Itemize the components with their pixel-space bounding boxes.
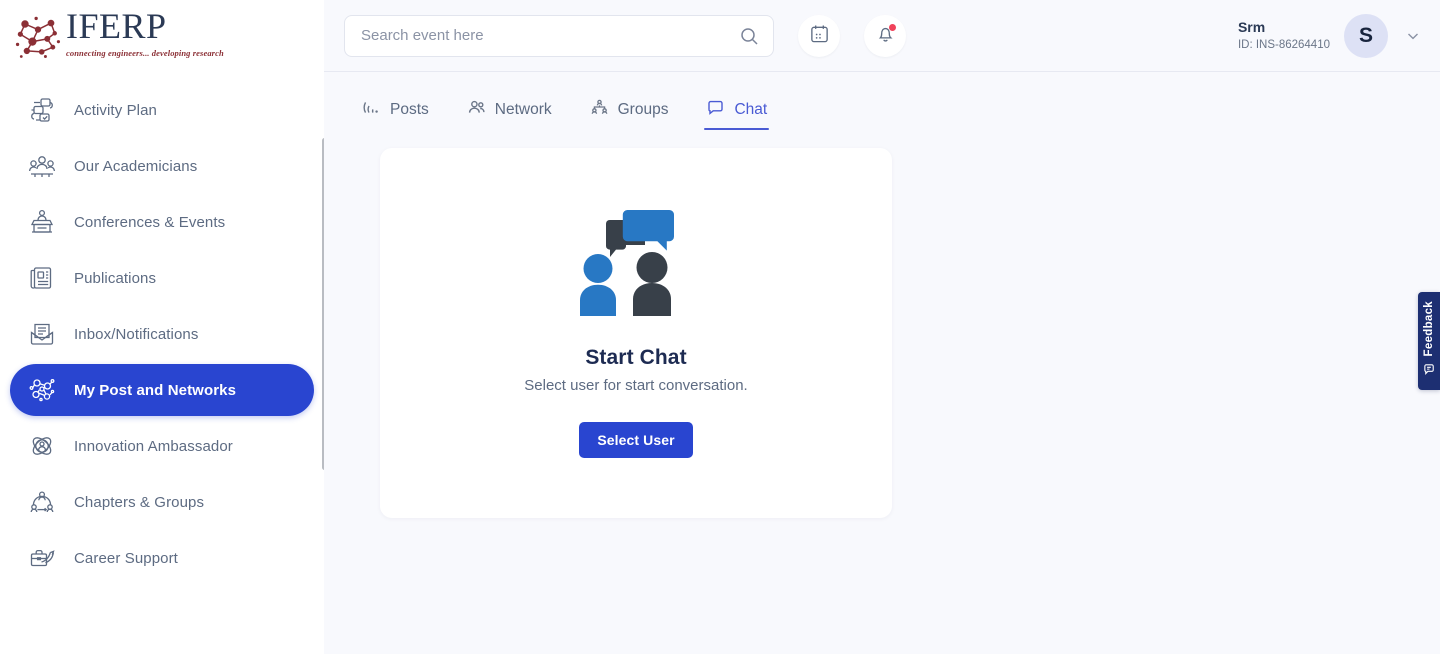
sidebar-item-label: Our Academicians <box>74 158 197 175</box>
notification-badge <box>889 24 896 31</box>
activity-plan-icon <box>24 92 60 128</box>
start-chat-card: Start Chat Select user for start convers… <box>380 148 892 518</box>
tab-network[interactable]: Network <box>467 88 552 132</box>
content-area: Posts Network <box>324 72 1440 654</box>
people-icon <box>467 98 486 122</box>
two-people-chat-illustration <box>556 188 716 328</box>
tab-label: Groups <box>618 101 669 119</box>
avatar[interactable]: S <box>1344 14 1388 58</box>
tab-posts[interactable]: Posts <box>362 88 429 132</box>
feedback-tab[interactable]: Feedback <box>1418 292 1440 390</box>
app-root: IFERP® connecting engineers... developin… <box>0 0 1440 654</box>
active-tab-underline <box>704 128 769 130</box>
search-container[interactable] <box>344 15 774 57</box>
career-support-icon <box>24 540 60 576</box>
sidebar-item-innovation-ambassador[interactable]: Innovation Ambassador <box>10 420 314 472</box>
tab-label: Chat <box>734 101 767 119</box>
calendar-icon <box>809 23 830 49</box>
tab-chat[interactable]: Chat <box>706 88 767 132</box>
top-bar: Srm ID: INS-86264410 S <box>324 0 1440 72</box>
sidebar-item-publications[interactable]: Publications <box>10 252 314 304</box>
rss-icon <box>362 98 381 122</box>
sidebar-item-label: Innovation Ambassador <box>74 438 233 455</box>
chevron-down-icon[interactable] <box>1404 27 1422 45</box>
main-column: Srm ID: INS-86264410 S <box>324 0 1440 654</box>
brand-tagline: connecting engineers... developing resea… <box>66 48 224 58</box>
academicians-icon <box>24 148 60 184</box>
user-menu[interactable]: Srm ID: INS-86264410 S <box>1238 14 1422 58</box>
sidebar-nav: Activity Plan Our Academicians <box>0 84 324 584</box>
tab-bar: Posts Network <box>350 72 1440 148</box>
sidebar-item-label: Activity Plan <box>74 102 157 119</box>
calendar-button[interactable] <box>798 15 840 57</box>
tab-label: Network <box>495 101 552 119</box>
sidebar: IFERP® connecting engineers... developin… <box>0 0 324 654</box>
iferp-network-logo-icon <box>12 11 64 63</box>
card-subtitle: Select user for start conversation. <box>524 377 747 394</box>
chapters-groups-icon <box>24 484 60 520</box>
brand-logo[interactable]: IFERP® connecting engineers... developin… <box>0 0 324 72</box>
user-name: Srm <box>1238 19 1330 36</box>
user-id: ID: INS-86264410 <box>1238 37 1330 53</box>
user-meta: Srm ID: INS-86264410 <box>1238 19 1330 53</box>
innovation-ambassador-icon <box>24 428 60 464</box>
tab-label: Posts <box>390 101 429 119</box>
sidebar-item-my-post-and-networks[interactable]: My Post and Networks <box>10 364 314 416</box>
org-chart-icon <box>590 98 609 122</box>
sidebar-item-label: Inbox/Notifications <box>74 326 198 343</box>
sidebar-item-our-academicians[interactable]: Our Academicians <box>10 140 314 192</box>
feedback-bubble-icon <box>1423 363 1436 381</box>
sidebar-item-label: Conferences & Events <box>74 214 225 231</box>
inbox-notifications-icon <box>24 316 60 352</box>
sidebar-item-label: My Post and Networks <box>74 382 236 399</box>
sidebar-item-career-support[interactable]: Career Support <box>10 532 314 584</box>
sidebar-item-label: Publications <box>74 270 156 287</box>
sidebar-item-label: Chapters & Groups <box>74 494 204 511</box>
sidebar-item-label: Career Support <box>74 550 178 567</box>
card-title: Start Chat <box>585 346 686 370</box>
chat-bubble-icon <box>706 98 725 122</box>
sidebar-item-conferences-events[interactable]: Conferences & Events <box>10 196 314 248</box>
search-input[interactable] <box>361 27 739 44</box>
search-icon[interactable] <box>739 26 759 46</box>
sidebar-item-inbox-notifications[interactable]: Inbox/Notifications <box>10 308 314 360</box>
tab-groups[interactable]: Groups <box>590 88 669 132</box>
publications-icon <box>24 260 60 296</box>
brand-name: IFERP <box>66 6 167 46</box>
select-user-button[interactable]: Select User <box>579 422 692 458</box>
feedback-label: Feedback <box>1423 301 1435 356</box>
sidebar-item-activity-plan[interactable]: Activity Plan <box>10 84 314 136</box>
sidebar-item-chapters-groups[interactable]: Chapters & Groups <box>10 476 314 528</box>
conferences-events-icon <box>24 204 60 240</box>
notifications-button[interactable] <box>864 15 906 57</box>
my-post-networks-icon <box>24 372 60 408</box>
